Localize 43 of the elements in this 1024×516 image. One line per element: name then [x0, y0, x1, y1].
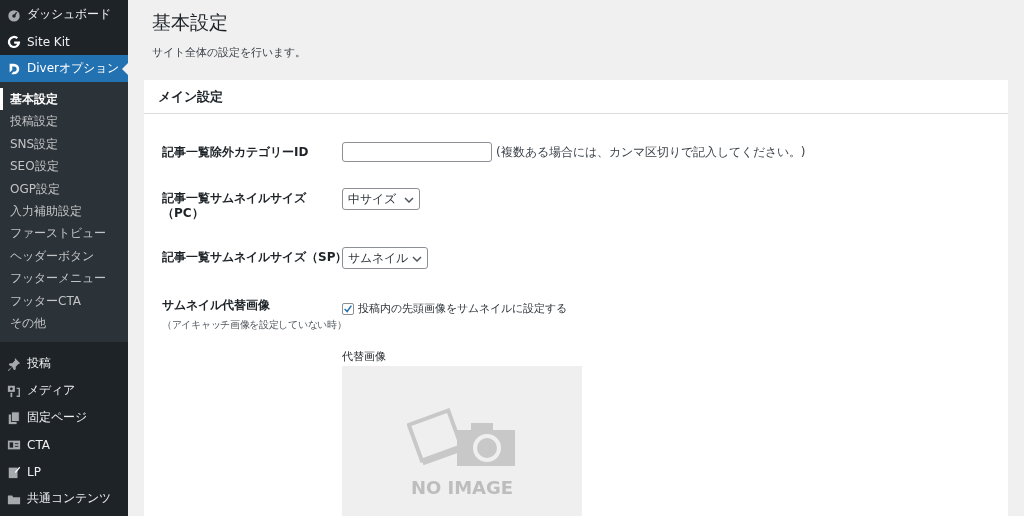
menu-item[interactable]: CTA	[0, 431, 128, 459]
submenu-item[interactable]: 投稿設定	[0, 110, 128, 133]
menu-item[interactable]: 共通コンテンツ	[0, 485, 128, 513]
field-label: サムネイル代替画像	[162, 297, 270, 313]
submenu-item[interactable]: 入力補助設定	[0, 199, 128, 223]
menu-icon	[7, 410, 21, 425]
dropdown[interactable]: サムネイル	[342, 247, 428, 269]
submenu-item[interactable]: OGP設定	[0, 177, 128, 200]
menu-item[interactable]: Site Kit	[0, 28, 128, 55]
panel-title: メイン設定	[144, 80, 1008, 114]
page-title: 基本設定	[152, 10, 229, 35]
menu-icon	[7, 356, 21, 371]
menu-item[interactable]: ダッシュボード	[0, 1, 128, 28]
submenu-item[interactable]: フッターメニュー	[0, 267, 128, 290]
menu-item[interactable]: 投稿	[0, 350, 128, 378]
photo-camera-icon	[407, 408, 517, 468]
field-hint: （アイキャッチ画像を設定していない時）	[162, 318, 347, 332]
submenu-item[interactable]: その他	[0, 311, 128, 335]
field-label: 記事一覧サムネイルサイズ	[162, 190, 306, 206]
checkbox[interactable]	[342, 302, 354, 315]
dropdown[interactable]: 中サイズ	[342, 188, 420, 210]
menu-item[interactable]: LP	[0, 458, 128, 486]
menu-icon	[7, 7, 21, 22]
submenu-item[interactable]: SNS設定	[0, 132, 128, 156]
field-label: （PC）	[162, 206, 204, 221]
menu-icon	[7, 34, 21, 49]
submenu-item[interactable]: SEO設定	[0, 155, 128, 178]
page-description: サイト全体の設定を行います。	[152, 46, 307, 60]
submenu-item[interactable]: フッターCTA	[0, 289, 128, 312]
field-note: (複数ある場合には、カンマ区切りで記入してください。)	[496, 143, 806, 161]
submenu-item[interactable]: 基本設定	[0, 88, 128, 111]
menu-icon	[7, 61, 21, 76]
submenu-item[interactable]: ファーストビュー	[0, 222, 128, 245]
submenu-item[interactable]: ヘッダーボタン	[0, 244, 128, 268]
menu-item[interactable]: Diverオプション	[0, 55, 128, 82]
menu-icon	[7, 464, 21, 479]
field-label: 記事一覧除外カテゴリーID	[162, 144, 309, 160]
image-label: 代替画像	[342, 350, 386, 364]
checkbox-label: 投稿内の先頭画像をサムネイルに設定する	[358, 301, 567, 316]
menu-item[interactable]: メディア	[0, 377, 128, 405]
menu-icon	[7, 383, 21, 398]
text-field[interactable]	[342, 142, 492, 162]
menu-item[interactable]: 固定ページ	[0, 404, 128, 432]
